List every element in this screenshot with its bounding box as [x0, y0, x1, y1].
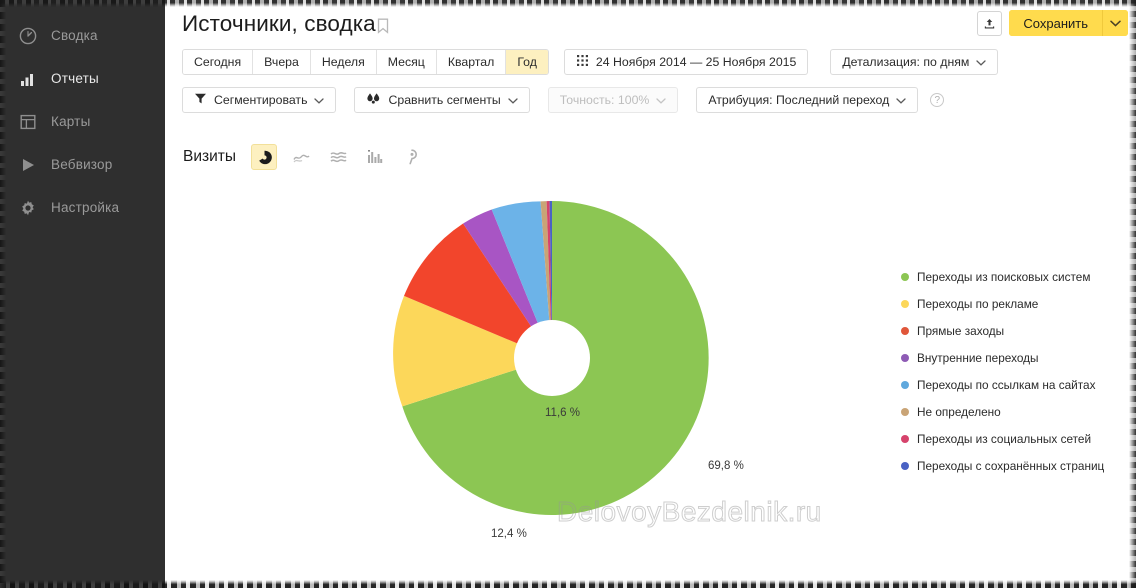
- sidebar-item-otchety[interactable]: Отчеты: [0, 57, 165, 100]
- accuracy-dropdown: Точность: 100%: [547, 87, 679, 113]
- chevron-down-icon: [896, 93, 906, 107]
- legend-color-swatch: [901, 299, 909, 308]
- column-chart-icon[interactable]: [362, 144, 388, 170]
- map-pin-icon[interactable]: [399, 144, 425, 170]
- legend-color-swatch: [901, 353, 909, 362]
- sidebar-item-label: Вебвизор: [51, 157, 113, 172]
- detail-level-label: Детализация: по дням: [842, 55, 970, 69]
- accuracy-label: Точность: 100%: [559, 93, 650, 107]
- header-actions: Сохранить: [977, 10, 1128, 36]
- save-button-group: Сохранить: [1009, 10, 1128, 36]
- pie-chart-icon[interactable]: [251, 144, 278, 170]
- segment-label: Сегментировать: [214, 93, 308, 107]
- legend-color-swatch: [901, 407, 909, 416]
- bar-chart-icon: [18, 69, 37, 88]
- pie-label-ads: 12,4 %: [491, 528, 527, 540]
- toolbar-period-row: Сегодня Вчера Неделя Месяц Квартал Год 2…: [182, 49, 999, 75]
- metric-bar: Визиты: [183, 144, 425, 170]
- pie-label-search: 69,8 %: [708, 460, 744, 472]
- bookmark-icon[interactable]: [377, 18, 389, 39]
- area-chart-icon[interactable]: [325, 144, 351, 170]
- chevron-down-icon: [976, 55, 987, 69]
- period-week[interactable]: Неделя: [310, 50, 377, 74]
- main-content: Источники, сводка Сохранить Сегодня Вчер…: [165, 0, 1136, 588]
- compare-drops-icon: [366, 92, 381, 108]
- sidebar-item-label: Отчеты: [51, 71, 99, 86]
- legend-item[interactable]: Переходы из социальных сетей: [901, 425, 1131, 452]
- legend-color-swatch: [901, 434, 909, 443]
- legend-item[interactable]: Переходы из поисковых систем: [901, 263, 1131, 290]
- sidebar-item-label: Карты: [51, 114, 91, 129]
- pie-chart[interactable]: [393, 195, 733, 525]
- legend-item[interactable]: Не определено: [901, 398, 1131, 425]
- legend-label: Переходы из социальных сетей: [917, 431, 1092, 446]
- pie-label-direct: 11,6 %: [545, 407, 580, 419]
- chevron-down-icon: [656, 93, 667, 107]
- sidebar-item-vebvizor[interactable]: Вебвизор: [0, 143, 165, 186]
- sidebar-item-nastroyka[interactable]: Настройка: [0, 186, 165, 229]
- donut-hole: [514, 320, 590, 396]
- chart-area: 11,6 % 12,4 % 69,8 % Переходы из поисков…: [165, 185, 1136, 540]
- save-button[interactable]: Сохранить: [1009, 10, 1102, 36]
- dashboard-gauge-icon: [18, 26, 37, 45]
- legend-color-swatch: [901, 326, 909, 335]
- attribution-label: Атрибуция: Последний переход: [708, 93, 890, 107]
- screenshot-root: Сводка Отчеты Карты Вебвизор Настройка И…: [0, 0, 1136, 588]
- page-title: Источники, сводка: [182, 11, 376, 36]
- legend-label: Внутренние переходы: [917, 350, 1039, 365]
- legend-label: Прямые заходы: [917, 323, 1005, 338]
- segment-dropdown[interactable]: Сегментировать: [182, 87, 337, 113]
- legend-label: Переходы с сохранённых страниц: [917, 458, 1105, 473]
- legend-label: Переходы из поисковых систем: [917, 269, 1091, 284]
- filter-funnel-icon: [194, 92, 207, 108]
- map-layout-icon: [18, 112, 37, 131]
- play-triangle-icon: [18, 155, 37, 174]
- line-chart-icon[interactable]: [288, 144, 314, 170]
- chart-legend: Переходы из поисковых систем Переходы по…: [901, 263, 1131, 479]
- legend-item[interactable]: Прямые заходы: [901, 317, 1131, 344]
- calendar-grid-icon: [576, 54, 589, 70]
- legend-label: Переходы по рекламе: [917, 296, 1039, 311]
- compare-segments-dropdown[interactable]: Сравнить сегменты: [354, 87, 530, 113]
- page-header: Источники, сводка Сохранить: [165, 8, 1136, 48]
- gear-icon: [18, 198, 37, 217]
- attribution-dropdown[interactable]: Атрибуция: Последний переход: [696, 87, 919, 113]
- toolbar-segment-row: Сегментировать Сравнить сегменты Точност…: [182, 87, 945, 113]
- question-mark-icon[interactable]: ?: [930, 93, 945, 107]
- chevron-down-icon: [508, 93, 518, 107]
- period-year[interactable]: Год: [506, 50, 548, 74]
- legend-item[interactable]: Переходы по рекламе: [901, 290, 1131, 317]
- period-today[interactable]: Сегодня: [183, 50, 254, 74]
- pie-slices: [393, 201, 709, 515]
- sidebar: Сводка Отчеты Карты Вебвизор Настройка: [0, 0, 165, 588]
- legend-color-swatch: [901, 461, 909, 470]
- legend-color-swatch: [901, 380, 909, 389]
- legend-item[interactable]: Переходы по ссылкам на сайтах: [901, 371, 1131, 398]
- sidebar-item-label: Сводка: [51, 28, 98, 43]
- sidebar-item-svodka[interactable]: Сводка: [0, 14, 165, 57]
- period-month[interactable]: Месяц: [376, 50, 437, 74]
- period-quarter[interactable]: Квартал: [436, 50, 507, 74]
- metric-label: Визиты: [183, 148, 237, 165]
- chevron-down-icon[interactable]: [1102, 10, 1128, 36]
- chevron-down-icon: [314, 93, 325, 107]
- detail-level-dropdown[interactable]: Детализация: по дням: [830, 49, 999, 75]
- compare-segments-label: Сравнить сегменты: [388, 93, 501, 107]
- legend-item[interactable]: Внутренние переходы: [901, 344, 1131, 371]
- export-upload-icon[interactable]: [977, 10, 1003, 36]
- legend-label: Не определено: [917, 404, 1001, 419]
- legend-item[interactable]: Переходы с сохранённых страниц: [901, 452, 1131, 479]
- sidebar-item-label: Настройка: [51, 200, 120, 215]
- legend-label: Переходы по ссылкам на сайтах: [917, 377, 1096, 392]
- period-selector: Сегодня Вчера Неделя Месяц Квартал Год: [182, 49, 549, 75]
- sidebar-item-karty[interactable]: Карты: [0, 100, 165, 143]
- date-range-picker[interactable]: 24 Ноября 2014 — 25 Ноября 2015: [563, 49, 809, 75]
- legend-color-swatch: [901, 272, 909, 281]
- period-yesterday[interactable]: Вчера: [253, 50, 311, 74]
- date-range-value: 24 Ноября 2014 — 25 Ноября 2015: [595, 55, 797, 69]
